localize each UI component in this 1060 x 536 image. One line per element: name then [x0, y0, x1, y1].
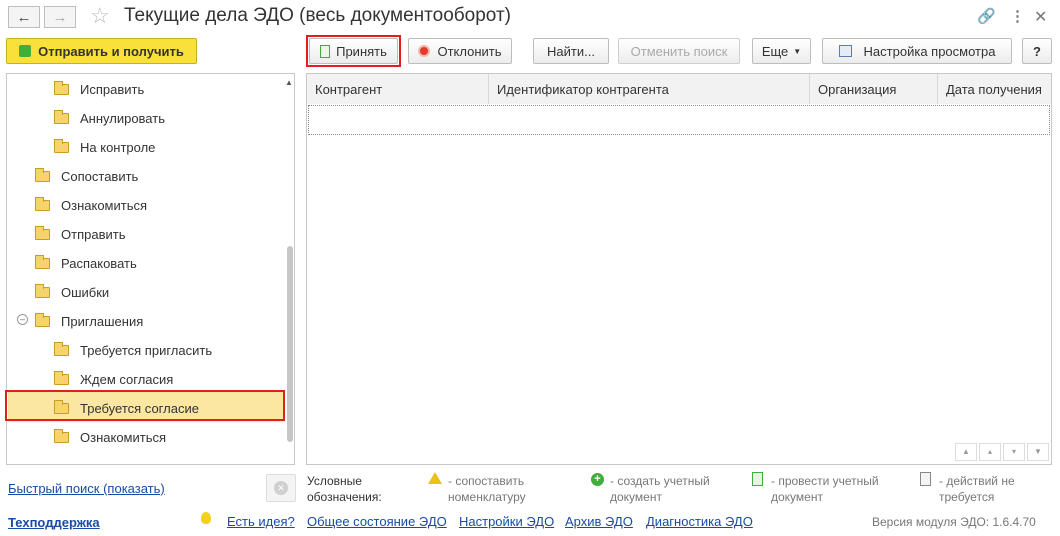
- archive-link[interactable]: Архив ЭДО: [565, 514, 633, 529]
- table-row[interactable]: [308, 105, 1050, 135]
- version-text: Версия модуля ЭДО: 1.6.4.70: [872, 515, 1036, 529]
- folder-icon: [54, 138, 69, 153]
- scroll-down-icon[interactable]: ▾: [1003, 443, 1025, 461]
- folder-icon: [35, 196, 50, 211]
- tree-item[interactable]: Распаковать: [35, 253, 137, 273]
- tree-item[interactable]: Сопоставить: [35, 166, 138, 186]
- column-header-counterparty-id[interactable]: Идентификатор контрагента: [489, 74, 810, 104]
- more-options-icon[interactable]: ⋮: [1010, 7, 1025, 25]
- tree-item[interactable]: Приглашения: [35, 311, 143, 331]
- column-header-received-date[interactable]: Дата получения: [938, 74, 1051, 104]
- settings-link[interactable]: Настройки ЭДО: [459, 514, 554, 529]
- send-receive-button[interactable]: Отправить и получить: [6, 38, 197, 64]
- status-link[interactable]: Общее состояние ЭДО: [307, 514, 447, 529]
- view-settings-icon: [838, 45, 852, 57]
- folder-icon: [54, 341, 69, 356]
- find-button[interactable]: Найти...: [533, 38, 609, 64]
- clear-search-button[interactable]: ✕: [266, 474, 296, 502]
- decline-button[interactable]: Отклонить: [408, 38, 512, 64]
- help-button[interactable]: ?: [1022, 38, 1052, 64]
- legend-item: - сопоставить номенклатуру: [448, 474, 526, 504]
- document-post-icon: [752, 472, 763, 486]
- clipboard-icon: [920, 472, 931, 486]
- folder-icon: [54, 370, 69, 385]
- selected-item-highlight-frame: [5, 390, 285, 421]
- cancel-search-button[interactable]: Отменить поиск: [618, 38, 740, 64]
- scroll-last-icon[interactable]: ▼: [1027, 443, 1049, 461]
- legend-item: - действий не требуется: [939, 474, 1015, 504]
- plus-circle-icon: +: [591, 473, 604, 486]
- tree-scrollbar[interactable]: [287, 246, 293, 442]
- view-settings-button[interactable]: Настройка просмотра: [822, 38, 1012, 64]
- scroll-up-icon[interactable]: ▴: [979, 443, 1001, 461]
- page-title: Текущие дела ЭДО (весь документооборот): [124, 5, 511, 26]
- back-button[interactable]: ←: [8, 6, 40, 28]
- arrow-right-icon: →: [52, 8, 68, 26]
- stop-icon: [418, 45, 431, 57]
- lightbulb-icon: [201, 512, 211, 524]
- tree-item[interactable]: На контроле: [54, 137, 155, 157]
- legend-item: - создать учетный документ: [610, 474, 710, 504]
- warning-icon: [428, 472, 442, 484]
- forward-button[interactable]: →: [44, 6, 76, 28]
- legend-item: - провести учетный документ: [771, 474, 879, 504]
- tree-item[interactable]: Ждем согласия: [54, 369, 173, 389]
- legend-title: Условные обозначения:: [307, 474, 382, 504]
- quick-search-link[interactable]: Быстрый поиск (показать): [8, 481, 165, 496]
- folder-icon: [35, 312, 50, 327]
- collapse-icon[interactable]: –: [17, 314, 28, 325]
- documents-table[interactable]: Контрагент Идентификатор контрагента Орг…: [306, 73, 1052, 465]
- scroll-first-icon[interactable]: ▲: [955, 443, 977, 461]
- tree-item[interactable]: Отправить: [35, 224, 125, 244]
- arrow-left-icon: ←: [16, 8, 32, 26]
- folder-icon: [54, 428, 69, 443]
- column-header-counterparty[interactable]: Контрагент: [307, 74, 489, 104]
- link-icon[interactable]: 🔗: [977, 7, 996, 25]
- tree-item[interactable]: Аннулировать: [54, 108, 165, 128]
- accept-highlight-frame: [306, 35, 401, 67]
- column-header-organization[interactable]: Организация: [810, 74, 938, 104]
- idea-link[interactable]: Есть идея?: [227, 514, 295, 529]
- support-link[interactable]: Техподдержка: [8, 515, 100, 530]
- tree-item[interactable]: Исправить: [54, 79, 144, 99]
- folder-icon: [35, 225, 50, 240]
- diagnostics-link[interactable]: Диагностика ЭДО: [646, 514, 753, 529]
- tree-item[interactable]: Ознакомиться: [35, 195, 147, 215]
- tree-item[interactable]: Требуется пригласить: [54, 340, 212, 360]
- send-receive-icon: [19, 45, 32, 57]
- folder-icon: [54, 80, 69, 95]
- favorite-star-icon[interactable]: ☆: [90, 3, 110, 29]
- folder-icon: [35, 167, 50, 182]
- folder-icon: [35, 283, 50, 298]
- scroll-up-icon[interactable]: ▲: [285, 78, 293, 87]
- tree-item[interactable]: Ошибки: [35, 282, 109, 302]
- dropdown-caret-icon: ▼: [793, 46, 802, 56]
- table-scroll-controls: ▲ ▴ ▾ ▼: [955, 443, 1051, 463]
- more-button[interactable]: Еще ▼: [752, 38, 811, 64]
- clear-icon: ✕: [274, 481, 288, 495]
- folder-icon: [54, 109, 69, 124]
- folder-icon: [35, 254, 50, 269]
- tree-item[interactable]: Ознакомиться: [54, 427, 166, 447]
- close-icon[interactable]: ✕: [1034, 7, 1047, 27]
